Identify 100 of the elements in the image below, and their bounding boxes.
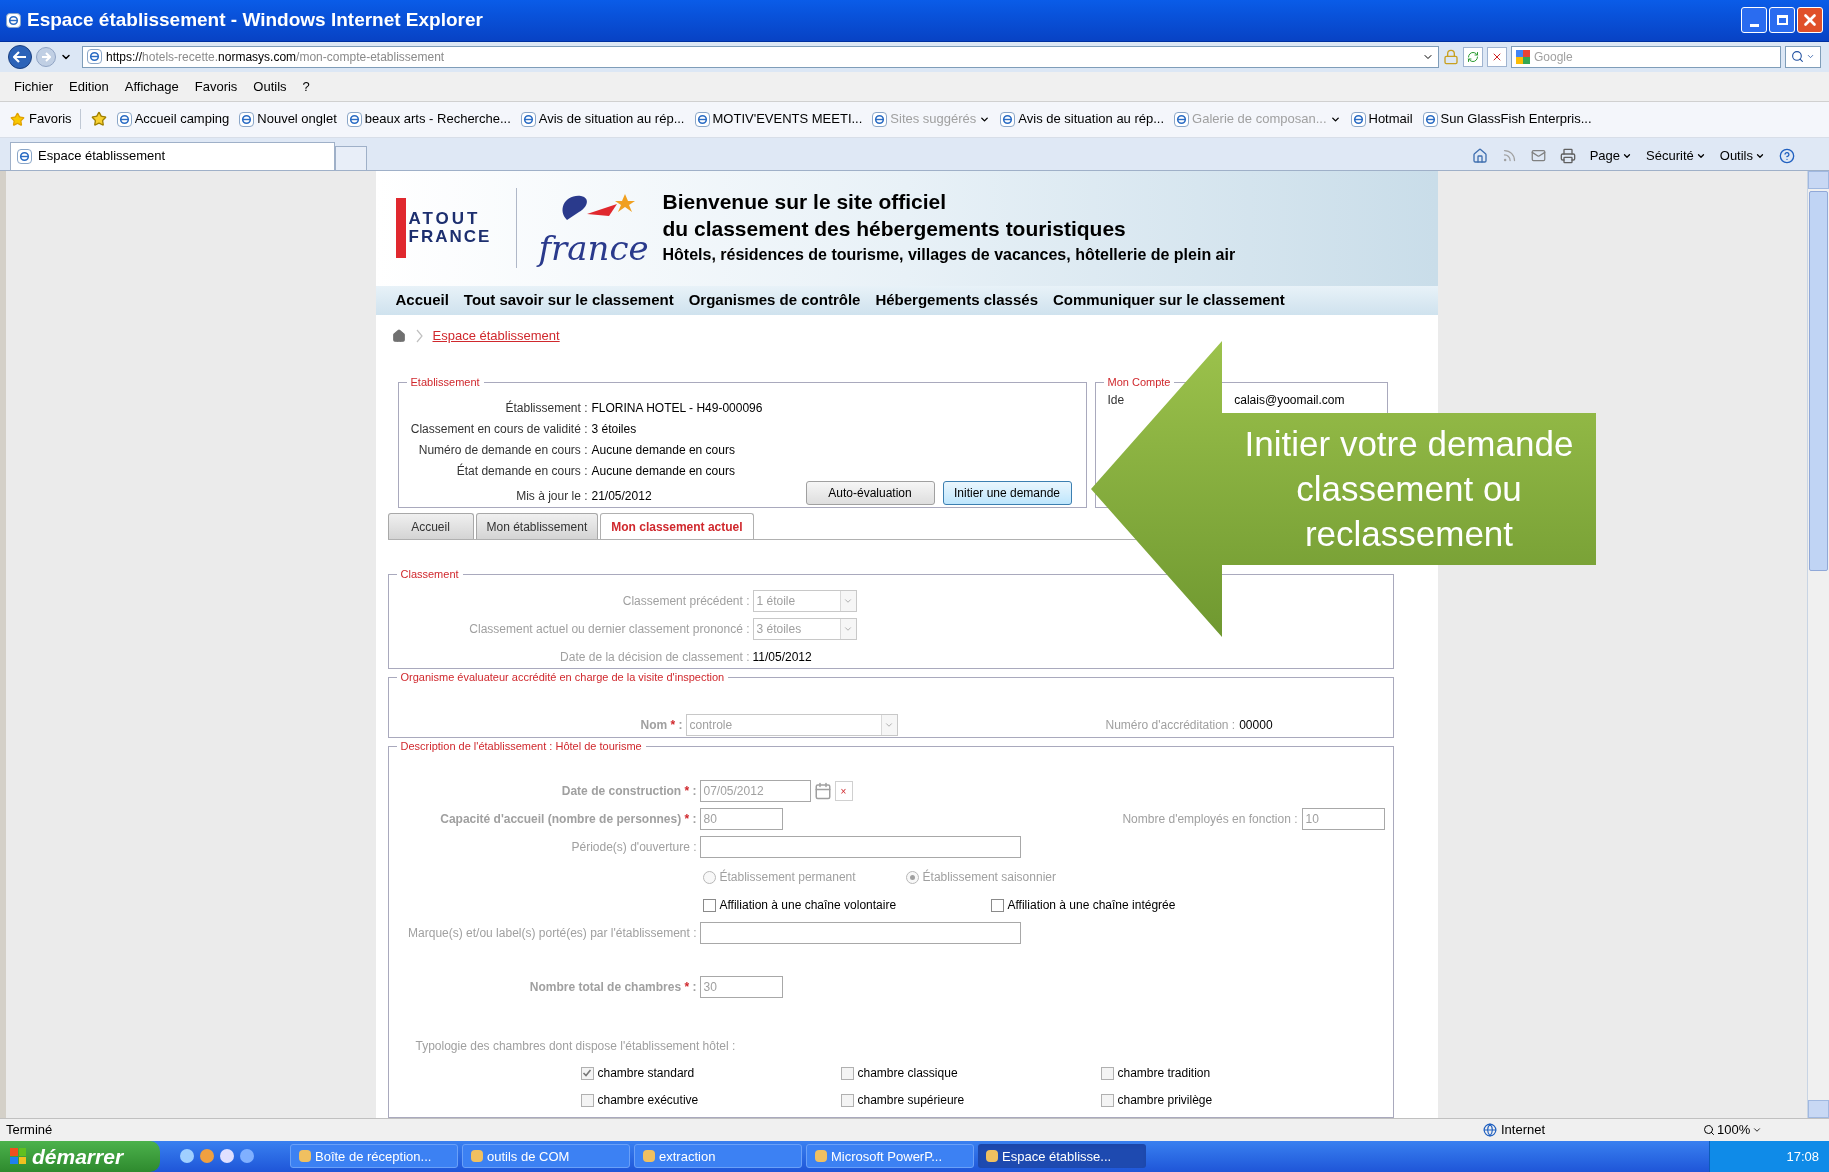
command-menu[interactable]: Sécurité: [1646, 145, 1694, 166]
nav-link[interactable]: Hébergements classés: [875, 289, 1038, 312]
banner-title: Bienvenue sur le site officiel: [662, 189, 948, 216]
clear-button[interactable]: ×: [834, 781, 853, 802]
checkbox[interactable]: [580, 1066, 594, 1080]
chevron-separator-icon: [415, 328, 423, 343]
feed-icon[interactable]: [1501, 148, 1517, 164]
taskbar-button[interactable]: Boîte de réception...: [290, 1144, 458, 1169]
field-label: Numéro d'accréditation :: [1105, 717, 1236, 735]
address-field[interactable]: https://hotels-recette.normasys.com/mon-compte-etablissement: [82, 45, 1439, 68]
nav-link[interactable]: Organismes de contrôle: [688, 289, 861, 312]
home-icon[interactable]: [391, 328, 406, 343]
field-value: 11/05/2012: [752, 649, 812, 667]
status-text: Terminé: [6, 1120, 54, 1139]
scrollbar[interactable]: [1807, 170, 1829, 1118]
command-menu[interactable]: Outils: [1719, 145, 1753, 166]
nav-link[interactable]: Tout savoir sur le classement: [463, 289, 674, 312]
input-field[interactable]: [699, 836, 1021, 859]
favorite-link[interactable]: MOTIV'EVENTS MEETI...: [694, 109, 863, 129]
favorite-link[interactable]: Nouvel onglet: [239, 109, 337, 129]
print-icon[interactable]: [1559, 147, 1576, 164]
quick-launch-icon[interactable]: [240, 1149, 254, 1164]
google-logo-icon: [1516, 49, 1530, 64]
menu-item[interactable]: Affichage: [124, 76, 179, 96]
new-tab-button[interactable]: [335, 145, 367, 170]
input-field[interactable]: [699, 922, 1021, 945]
field-label: Marque(s) et/ou label(s) porté(es) par l'établissement :: [407, 925, 698, 943]
back-button[interactable]: [8, 44, 32, 69]
field-label: Classement précédent :: [621, 593, 751, 611]
checkbox[interactable]: [1100, 1093, 1114, 1107]
home-icon[interactable]: [1471, 147, 1488, 164]
nav-link[interactable]: Accueil: [395, 289, 449, 312]
checkbox[interactable]: [1100, 1066, 1114, 1080]
search-button[interactable]: [1785, 45, 1821, 68]
checkbox-label: chambre standard: [597, 1065, 695, 1083]
checkbox[interactable]: [702, 898, 716, 912]
url-text: normasys.com: [218, 48, 297, 66]
tab[interactable]: Accueil: [387, 513, 474, 540]
favorite-link[interactable]: Avis de situation au rép...: [1000, 109, 1165, 129]
taskbar-button[interactable]: Microsoft PowerP...: [806, 1144, 974, 1169]
radio-button[interactable]: [905, 870, 919, 884]
quick-launch-icon[interactable]: [200, 1149, 214, 1164]
browser-tab[interactable]: Espace établissement: [10, 141, 335, 170]
quick-launch-icon[interactable]: [180, 1149, 194, 1164]
checkbox[interactable]: [840, 1093, 854, 1107]
zoom-button[interactable]: 100%: [1717, 1119, 1751, 1140]
field-label: État demande en cours :: [455, 462, 589, 481]
page-icon: [520, 111, 536, 127]
page-icon: [1000, 111, 1016, 127]
zone-indicator: Internet: [1483, 1119, 1703, 1140]
field-label: Date de la décision de classement :: [559, 649, 751, 667]
checkbox[interactable]: [990, 898, 1004, 912]
page-icon: [1350, 111, 1366, 127]
favorites-button[interactable]: Favoris: [10, 109, 81, 129]
field-label: Mis à jour le :: [515, 488, 589, 506]
radio-button[interactable]: [702, 870, 716, 884]
taskbar-button[interactable]: extraction: [634, 1144, 802, 1169]
add-favorite-icon[interactable]: [90, 111, 107, 128]
action-button[interactable]: Initier une demande: [942, 481, 1072, 506]
search-icon: [1791, 50, 1804, 64]
action-button[interactable]: Auto-évaluation: [805, 481, 935, 506]
forward-button[interactable]: [36, 46, 56, 67]
help-icon[interactable]: [1779, 147, 1795, 164]
mail-icon[interactable]: [1530, 148, 1546, 164]
forward-arrow-icon: [41, 51, 51, 62]
page-icon: [116, 111, 132, 127]
checkbox[interactable]: [580, 1093, 594, 1107]
breadcrumb-link[interactable]: Espace établissement: [432, 325, 560, 346]
atout-france-logo: ATOUT FRANCE: [395, 196, 496, 261]
menu-item[interactable]: Edition: [69, 76, 109, 96]
taskbar-button[interactable]: outils de COM: [462, 1144, 630, 1169]
favorite-link[interactable]: Avis de situation au rép...: [520, 109, 685, 129]
menu-item[interactable]: Favoris: [194, 76, 238, 96]
stop-button[interactable]: [1487, 46, 1507, 67]
command-menu[interactable]: Page: [1589, 145, 1621, 166]
favorite-link[interactable]: Accueil camping: [116, 109, 230, 129]
favorite-link[interactable]: Sun GlassFish Enterpris...: [1422, 109, 1592, 129]
calendar-icon[interactable]: [813, 782, 832, 801]
field-value: FLORINA HOTEL - H49-000096: [591, 400, 763, 418]
tab[interactable]: Mon établissement: [475, 513, 599, 540]
close-button[interactable]: [1797, 7, 1823, 34]
taskbar-button[interactable]: Espace établisse...: [978, 1144, 1146, 1169]
refresh-button[interactable]: [1463, 46, 1483, 67]
url-text: hotels-recette.: [142, 48, 219, 66]
checkbox-label: chambre tradition: [1117, 1065, 1211, 1083]
favorite-link[interactable]: Hotmail: [1350, 109, 1413, 129]
refresh-icon: [1467, 50, 1479, 63]
field-value: calais@yoomail.com: [1234, 392, 1346, 410]
favorite-link[interactable]: beaux arts - Recherche...: [346, 109, 511, 129]
menu-item[interactable]: ?: [302, 76, 310, 96]
tab[interactable]: Mon classement actuel: [600, 513, 754, 540]
minimize-button[interactable]: [1741, 7, 1767, 34]
banner-subtitle: Hôtels, résidences de tourisme, villages de vacances, hôtellerie de plein air: [662, 245, 1236, 266]
restore-button[interactable]: [1769, 7, 1795, 34]
menu-item[interactable]: Outils: [253, 76, 287, 96]
field-label: Classement en cours de validité :: [409, 421, 589, 439]
checkbox[interactable]: [840, 1066, 854, 1080]
nav-link[interactable]: Communiquer sur le classement: [1053, 289, 1285, 312]
quick-launch-icon[interactable]: [220, 1149, 234, 1164]
menu-item[interactable]: Fichier: [14, 76, 53, 96]
